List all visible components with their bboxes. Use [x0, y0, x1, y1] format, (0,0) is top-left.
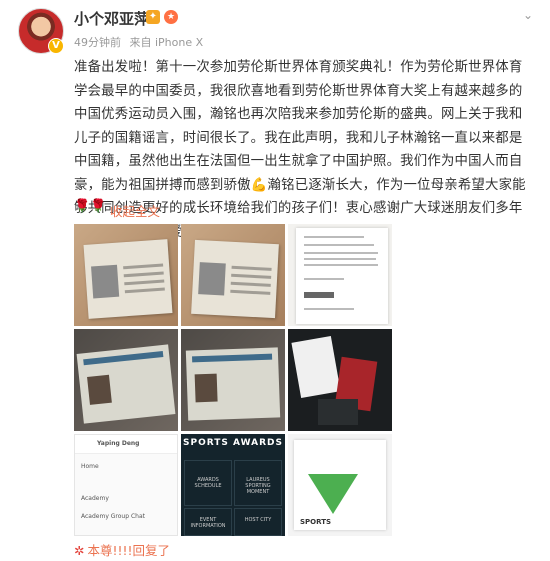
comment-footer[interactable]: ✲ 本尊!!!!回复了	[74, 540, 170, 559]
sports-tile: HOST CITY	[234, 508, 282, 536]
letter-image[interactable]	[288, 224, 392, 326]
collapse-button[interactable]: 收起全文	[110, 201, 160, 220]
app-name: Yaping Deng	[97, 440, 140, 447]
app-item-academy: Academy	[81, 495, 109, 502]
chevron-down-icon[interactable]: ⌄	[520, 8, 536, 24]
app-item-academy-group-chat: Academy Group Chat	[81, 513, 145, 520]
visa-image-2[interactable]	[181, 329, 285, 431]
username[interactable]: 小个邓亚萍	[74, 8, 149, 29]
passport-image-2[interactable]	[181, 224, 285, 326]
image-grid: Yaping Deng Home Academy Academy Group C…	[74, 224, 392, 536]
vip-icon[interactable]: ✦	[146, 10, 160, 24]
sports-document-image[interactable]: SPORTS	[288, 434, 392, 536]
app-screenshot-image[interactable]: Yaping Deng Home Academy Academy Group C…	[74, 434, 178, 536]
post-source[interactable]: 来自 iPhone X	[130, 36, 204, 49]
post-meta: 49分钟前 来自 iPhone X	[74, 34, 208, 50]
level-icon[interactable]: ★	[164, 10, 178, 24]
app-item-home: Home	[81, 463, 99, 470]
hub-icon: ✲	[74, 543, 85, 558]
visa-image-1[interactable]	[74, 329, 178, 431]
roses-emoji: 🌹🌹	[74, 199, 107, 214]
sports-tile: LAUREUS SPORTING MOMENT	[234, 460, 282, 506]
event-cards-image[interactable]	[288, 329, 392, 431]
post-time[interactable]: 49分钟前	[74, 36, 121, 49]
verified-badge-icon: V	[48, 38, 64, 54]
sports-title: SPORTS AWARDS	[183, 438, 283, 448]
sports-tile: EVENT INFORMATION	[184, 508, 232, 536]
footer-text: 本尊!!!!回复了	[87, 543, 171, 558]
sports-awards-image[interactable]: SPORTS AWARDS AWARDS SCHEDULE LAUREUS SP…	[181, 434, 285, 536]
passport-image-1[interactable]	[74, 224, 178, 326]
sportsdoc-title: SPORTS	[300, 518, 332, 526]
sports-tile: AWARDS SCHEDULE	[184, 460, 232, 506]
